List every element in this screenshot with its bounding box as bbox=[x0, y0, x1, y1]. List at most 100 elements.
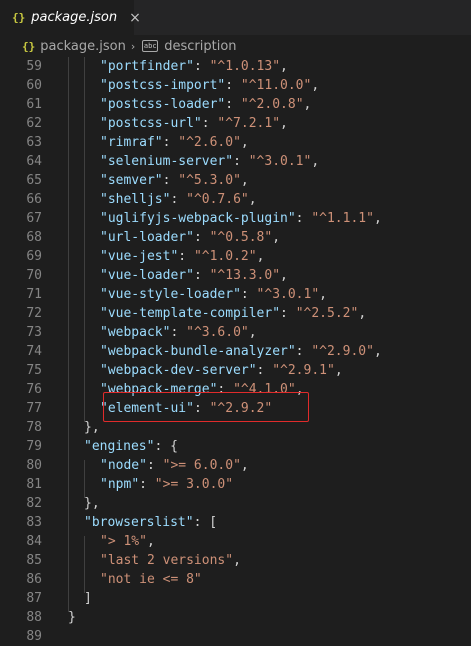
punctuation: } bbox=[68, 610, 76, 625]
quote: " bbox=[366, 211, 374, 226]
punctuation: , bbox=[280, 116, 288, 131]
chevron-right-icon: › bbox=[130, 39, 136, 53]
string-value: > 1% bbox=[107, 534, 140, 549]
line-code: "webpack-dev-server": "^2.9.1", bbox=[100, 361, 343, 380]
json-key: webpack-bundle-analyzer bbox=[107, 344, 288, 359]
breadcrumb: {} package.json › abc description bbox=[0, 35, 471, 57]
code-line: 88} bbox=[0, 608, 471, 627]
json-value: ^3.0.1 bbox=[256, 154, 304, 169]
tab-package-json[interactable]: {} package.json × bbox=[0, 0, 141, 35]
line-code: "> 1%", bbox=[100, 532, 155, 551]
code-line: 65 "semver": "^5.3.0", bbox=[0, 171, 471, 190]
punctuation: , bbox=[373, 344, 382, 359]
line-code: "last 2 versions", bbox=[100, 551, 241, 570]
quote: " bbox=[240, 78, 249, 93]
quote: " bbox=[100, 458, 108, 473]
colon: : bbox=[225, 97, 241, 112]
breadcrumb-file[interactable]: package.json bbox=[40, 39, 126, 54]
line-code: "shelljs": "^0.7.6", bbox=[100, 190, 257, 209]
punctuation: , bbox=[233, 553, 241, 568]
colon: : bbox=[295, 344, 312, 359]
json-key: npm bbox=[107, 477, 132, 492]
line-number: 68 bbox=[26, 230, 42, 245]
line-number: 59 bbox=[26, 59, 42, 74]
line-code: "semver": "^5.3.0", bbox=[100, 171, 249, 190]
punctuation: ] bbox=[84, 591, 92, 606]
quote: " bbox=[287, 344, 296, 359]
json-key: browserslist bbox=[91, 515, 186, 530]
quote: " bbox=[240, 97, 249, 112]
close-icon[interactable]: × bbox=[129, 11, 141, 25]
json-value: ^2.0.8 bbox=[248, 97, 296, 112]
quote: " bbox=[100, 230, 108, 245]
punctuation: { bbox=[170, 439, 178, 454]
code-line: 67 "uglifyjs-webpack-plugin": "^1.1.1", bbox=[0, 209, 471, 228]
colon: : bbox=[154, 439, 171, 454]
json-key: selenium-server bbox=[107, 154, 226, 169]
line-code: "postcss-url": "^7.2.1", bbox=[100, 114, 288, 133]
json-value: ^5.3.0 bbox=[186, 173, 234, 188]
colon: : bbox=[193, 59, 210, 74]
punctuation: , bbox=[256, 249, 265, 264]
quote: " bbox=[248, 363, 257, 378]
quote: " bbox=[233, 287, 241, 302]
json-value: ^1.0.13 bbox=[217, 59, 273, 74]
colon: : bbox=[295, 211, 312, 226]
json-value: ^1.1.1 bbox=[319, 211, 367, 226]
json-key: portfinder bbox=[107, 59, 187, 74]
quote: " bbox=[272, 116, 281, 131]
colon: : bbox=[170, 325, 187, 340]
line-number: 69 bbox=[26, 249, 42, 264]
line-number: 86 bbox=[26, 572, 42, 587]
quote: " bbox=[295, 97, 304, 112]
punctuation: , bbox=[280, 268, 288, 283]
quote: " bbox=[193, 249, 202, 264]
line-code: "node": ">= 6.0.0", bbox=[100, 456, 249, 475]
quote: " bbox=[100, 211, 108, 226]
quote: " bbox=[100, 59, 108, 74]
json-value: ^2.6.0 bbox=[186, 135, 234, 150]
punctuation: , bbox=[146, 534, 155, 549]
tab-bar: {} package.json × bbox=[0, 0, 471, 35]
line-number: 61 bbox=[26, 97, 42, 112]
line-number: 63 bbox=[26, 135, 42, 150]
breadcrumb-symbol[interactable]: description bbox=[164, 39, 236, 54]
quote: " bbox=[311, 344, 320, 359]
json-key: node bbox=[107, 458, 140, 473]
code-line: 87] bbox=[0, 589, 471, 608]
json-key: vue-style-loader bbox=[107, 287, 234, 302]
code-editor[interactable]: 59 "portfinder": "^1.0.13", 60 "postcss-imp… bbox=[0, 57, 471, 644]
code-line: 81 "npm": ">= 3.0.0" bbox=[0, 475, 471, 494]
line-number: 78 bbox=[26, 420, 42, 435]
line-number: 71 bbox=[26, 287, 42, 302]
line-code: "portfinder": "^1.0.13", bbox=[100, 57, 288, 76]
quote: " bbox=[186, 230, 194, 245]
quote: " bbox=[311, 211, 320, 226]
code-line: 59 "portfinder": "^1.0.13", bbox=[0, 57, 471, 76]
code-line: 70 "vue-loader": "^13.3.0", bbox=[0, 266, 471, 285]
quote: " bbox=[100, 249, 108, 264]
colon: : bbox=[233, 154, 249, 169]
code-line: 72 "vue-template-compiler": "^2.5.2", bbox=[0, 304, 471, 323]
string-symbol-icon: abc bbox=[142, 40, 159, 52]
quote: " bbox=[100, 344, 108, 359]
quote: " bbox=[193, 116, 202, 131]
colon: : bbox=[193, 230, 210, 245]
code-line: 68 "url-loader": "^0.5.8", bbox=[0, 228, 471, 247]
line-code: "vue-loader": "^13.3.0", bbox=[100, 266, 288, 285]
punctuation: }, bbox=[84, 496, 100, 511]
quote: " bbox=[100, 572, 108, 587]
quote: " bbox=[287, 211, 296, 226]
quote: " bbox=[366, 344, 374, 359]
line-code: "vue-jest": "^1.0.2", bbox=[100, 247, 264, 266]
colon: : bbox=[139, 477, 155, 492]
quote: " bbox=[100, 116, 108, 131]
quote: " bbox=[240, 192, 249, 207]
json-key: semver bbox=[107, 173, 155, 188]
quote: " bbox=[225, 154, 234, 169]
json-file-icon: {} bbox=[22, 39, 36, 53]
json-value: ^11.0.0 bbox=[248, 78, 304, 93]
line-code: "not ie <= 8" bbox=[100, 570, 202, 589]
json-key: webpack bbox=[107, 325, 163, 340]
quote: " bbox=[233, 173, 241, 188]
